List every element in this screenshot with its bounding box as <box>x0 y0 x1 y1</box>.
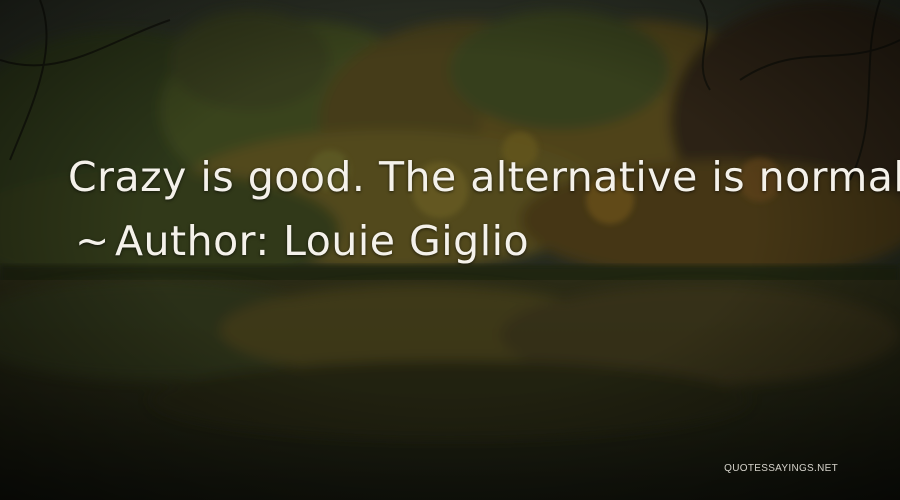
quote-image: Crazy is good. The alternative is normal… <box>0 0 900 500</box>
quote-text: Crazy is good. The alternative is normal… <box>68 153 900 201</box>
author-line: ~ Author: Louie Giglio <box>75 214 529 268</box>
author-label: Author: Louie Giglio <box>115 217 530 265</box>
watermark: QUOTESSAYINGS.NET <box>724 463 838 474</box>
author-dash: ~ <box>75 217 110 265</box>
